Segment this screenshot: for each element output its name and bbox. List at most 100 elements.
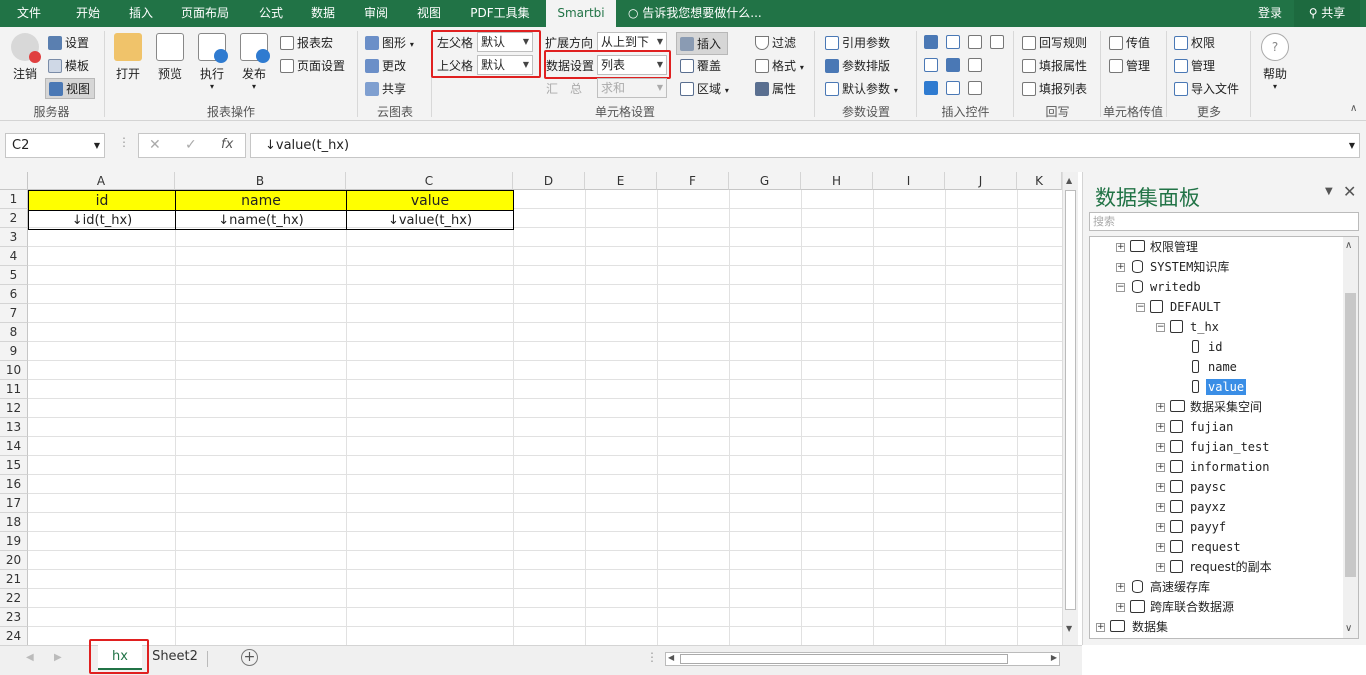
- tree-item[interactable]: request: [1190, 539, 1241, 555]
- pass-manage-button[interactable]: 管理: [1109, 57, 1150, 74]
- scroll-up-icon[interactable]: ▲: [1066, 176, 1072, 185]
- row-header[interactable]: 1: [0, 190, 28, 209]
- template-button[interactable]: 模板: [48, 57, 89, 74]
- tree-item[interactable]: SYSTEM知识库: [1150, 259, 1229, 275]
- pass-value-button[interactable]: 传值: [1109, 34, 1150, 51]
- summary-select[interactable]: 求和 ▼: [597, 78, 667, 98]
- column-header[interactable]: G: [729, 172, 801, 190]
- expand-icon[interactable]: +: [1156, 463, 1165, 472]
- select-all-corner[interactable]: [0, 172, 28, 190]
- column-header[interactable]: C: [346, 172, 513, 190]
- column-header[interactable]: D: [513, 172, 585, 190]
- horizontal-scrollbar[interactable]: ◀ ▶: [665, 652, 1060, 666]
- expand-icon[interactable]: +: [1116, 603, 1125, 612]
- row-header[interactable]: 22: [0, 589, 28, 608]
- tree-item[interactable]: writedb: [1150, 279, 1201, 295]
- writeback-rule-button[interactable]: 回写规则: [1022, 34, 1087, 51]
- logout-button[interactable]: 注销: [5, 33, 45, 82]
- text-control-icon[interactable]: [968, 58, 982, 72]
- expand-icon[interactable]: +: [1156, 523, 1165, 532]
- collapse-icon[interactable]: −: [1116, 283, 1125, 292]
- splitter-icon[interactable]: ⋮: [646, 650, 658, 664]
- tab-page-layout[interactable]: 页面布局: [172, 0, 238, 27]
- expand-icon[interactable]: +: [1156, 403, 1165, 412]
- more-manage-button[interactable]: 管理: [1174, 57, 1215, 74]
- settings-button[interactable]: 设置: [48, 34, 89, 51]
- tab-data[interactable]: 数据: [300, 0, 346, 27]
- tab-home[interactable]: 开始: [64, 0, 112, 27]
- tree-item-selected[interactable]: value: [1206, 379, 1247, 395]
- row-header[interactable]: 4: [0, 247, 28, 266]
- tab-file[interactable]: 文件: [6, 0, 52, 27]
- view-button[interactable]: 视图: [45, 78, 96, 99]
- name-box[interactable]: C2 ▼: [5, 133, 105, 158]
- row-header[interactable]: 21: [0, 570, 28, 589]
- fill-list-button[interactable]: 填报列表: [1022, 80, 1087, 97]
- cancel-icon[interactable]: ✕: [149, 137, 161, 153]
- help-button[interactable]: ? 帮助 ▾: [1255, 33, 1295, 91]
- tree-item[interactable]: 跨库联合数据源: [1150, 599, 1234, 615]
- permission-button[interactable]: 权限: [1174, 34, 1215, 51]
- scroll-right-icon[interactable]: ▶: [1051, 653, 1057, 662]
- login-link[interactable]: 登录: [1252, 0, 1288, 27]
- tell-me-box[interactable]: ○ 告诉我您想要做什么...: [628, 0, 778, 27]
- row-header[interactable]: 16: [0, 475, 28, 494]
- tab-review[interactable]: 审阅: [353, 0, 399, 27]
- row-header[interactable]: 18: [0, 513, 28, 532]
- param-layout-button[interactable]: 参数排版: [825, 57, 890, 74]
- open-button[interactable]: 打开: [108, 33, 148, 82]
- prev-sheet-icon[interactable]: ◀: [26, 652, 34, 663]
- collapse-icon[interactable]: −: [1156, 323, 1165, 332]
- expand-icon[interactable]: +: [1156, 483, 1165, 492]
- cell-b1[interactable]: name: [176, 192, 346, 210]
- row-header[interactable]: 24: [0, 627, 28, 646]
- tree-item[interactable]: payxz: [1190, 499, 1226, 515]
- cell-c1[interactable]: value: [347, 192, 513, 210]
- collapse-icon[interactable]: −: [1136, 303, 1145, 312]
- expand-icon[interactable]: +: [1156, 563, 1165, 572]
- tree-item[interactable]: DEFAULT: [1170, 299, 1221, 315]
- cell-c2[interactable]: ↓value(t_hx): [347, 212, 513, 230]
- change-chart-button[interactable]: 更改: [365, 57, 406, 74]
- import-file-button[interactable]: 导入文件: [1174, 80, 1239, 97]
- expand-icon[interactable]: +: [1116, 583, 1125, 592]
- tree-item[interactable]: t_hx: [1190, 319, 1219, 335]
- format-button[interactable]: 格式 ▾: [755, 57, 804, 74]
- dataset-tree[interactable]: ∧ ∨ + 权限管理 + SYSTEM知识库 − writedb − DEFAULT −…: [1089, 236, 1359, 639]
- tab-insert[interactable]: 插入: [117, 0, 165, 27]
- dropdown-control-icon[interactable]: [946, 35, 960, 49]
- insert-button[interactable]: 插入: [676, 32, 729, 55]
- row-header[interactable]: 14: [0, 437, 28, 456]
- attribute-button[interactable]: 属性: [755, 80, 796, 97]
- ref-param-button[interactable]: 引用参数: [825, 34, 890, 51]
- execute-button[interactable]: 执行 ▾: [192, 33, 232, 91]
- scroll-down-icon[interactable]: ▼: [1066, 624, 1072, 633]
- row-header[interactable]: 12: [0, 399, 28, 418]
- column-header[interactable]: F: [657, 172, 729, 190]
- row-header[interactable]: 6: [0, 285, 28, 304]
- default-param-button[interactable]: 默认参数 ▾: [825, 80, 898, 97]
- tree-item[interactable]: 权限管理: [1150, 239, 1198, 255]
- cell-a1[interactable]: id: [29, 192, 175, 210]
- radio-control-icon[interactable]: [946, 81, 960, 95]
- panel-menu-icon[interactable]: ▼: [1325, 186, 1333, 197]
- report-macro-button[interactable]: 报表宏: [280, 34, 333, 51]
- row-header[interactable]: 3: [0, 228, 28, 247]
- function-icon[interactable]: fx: [221, 137, 233, 152]
- fill-attribute-button[interactable]: 填报属性: [1022, 57, 1087, 74]
- expand-icon[interactable]: +: [1156, 443, 1165, 452]
- row-header[interactable]: 5: [0, 266, 28, 285]
- scroll-left-icon[interactable]: ◀: [668, 653, 674, 662]
- row-header[interactable]: 10: [0, 361, 28, 380]
- tree-item[interactable]: 数据集: [1132, 619, 1168, 635]
- tree-item[interactable]: paysc: [1190, 479, 1226, 495]
- image-control-icon[interactable]: [946, 58, 960, 72]
- chart-button[interactable]: 图形 ▾: [365, 34, 414, 51]
- column-header[interactable]: J: [945, 172, 1017, 190]
- edit-control-icon[interactable]: [968, 81, 982, 95]
- confirm-icon[interactable]: ✓: [185, 137, 197, 153]
- region-button[interactable]: 区域 ▾: [680, 80, 729, 97]
- tab-formulas[interactable]: 公式: [248, 0, 294, 27]
- row-header[interactable]: 8: [0, 323, 28, 342]
- publish-button[interactable]: 发布 ▾: [234, 33, 274, 91]
